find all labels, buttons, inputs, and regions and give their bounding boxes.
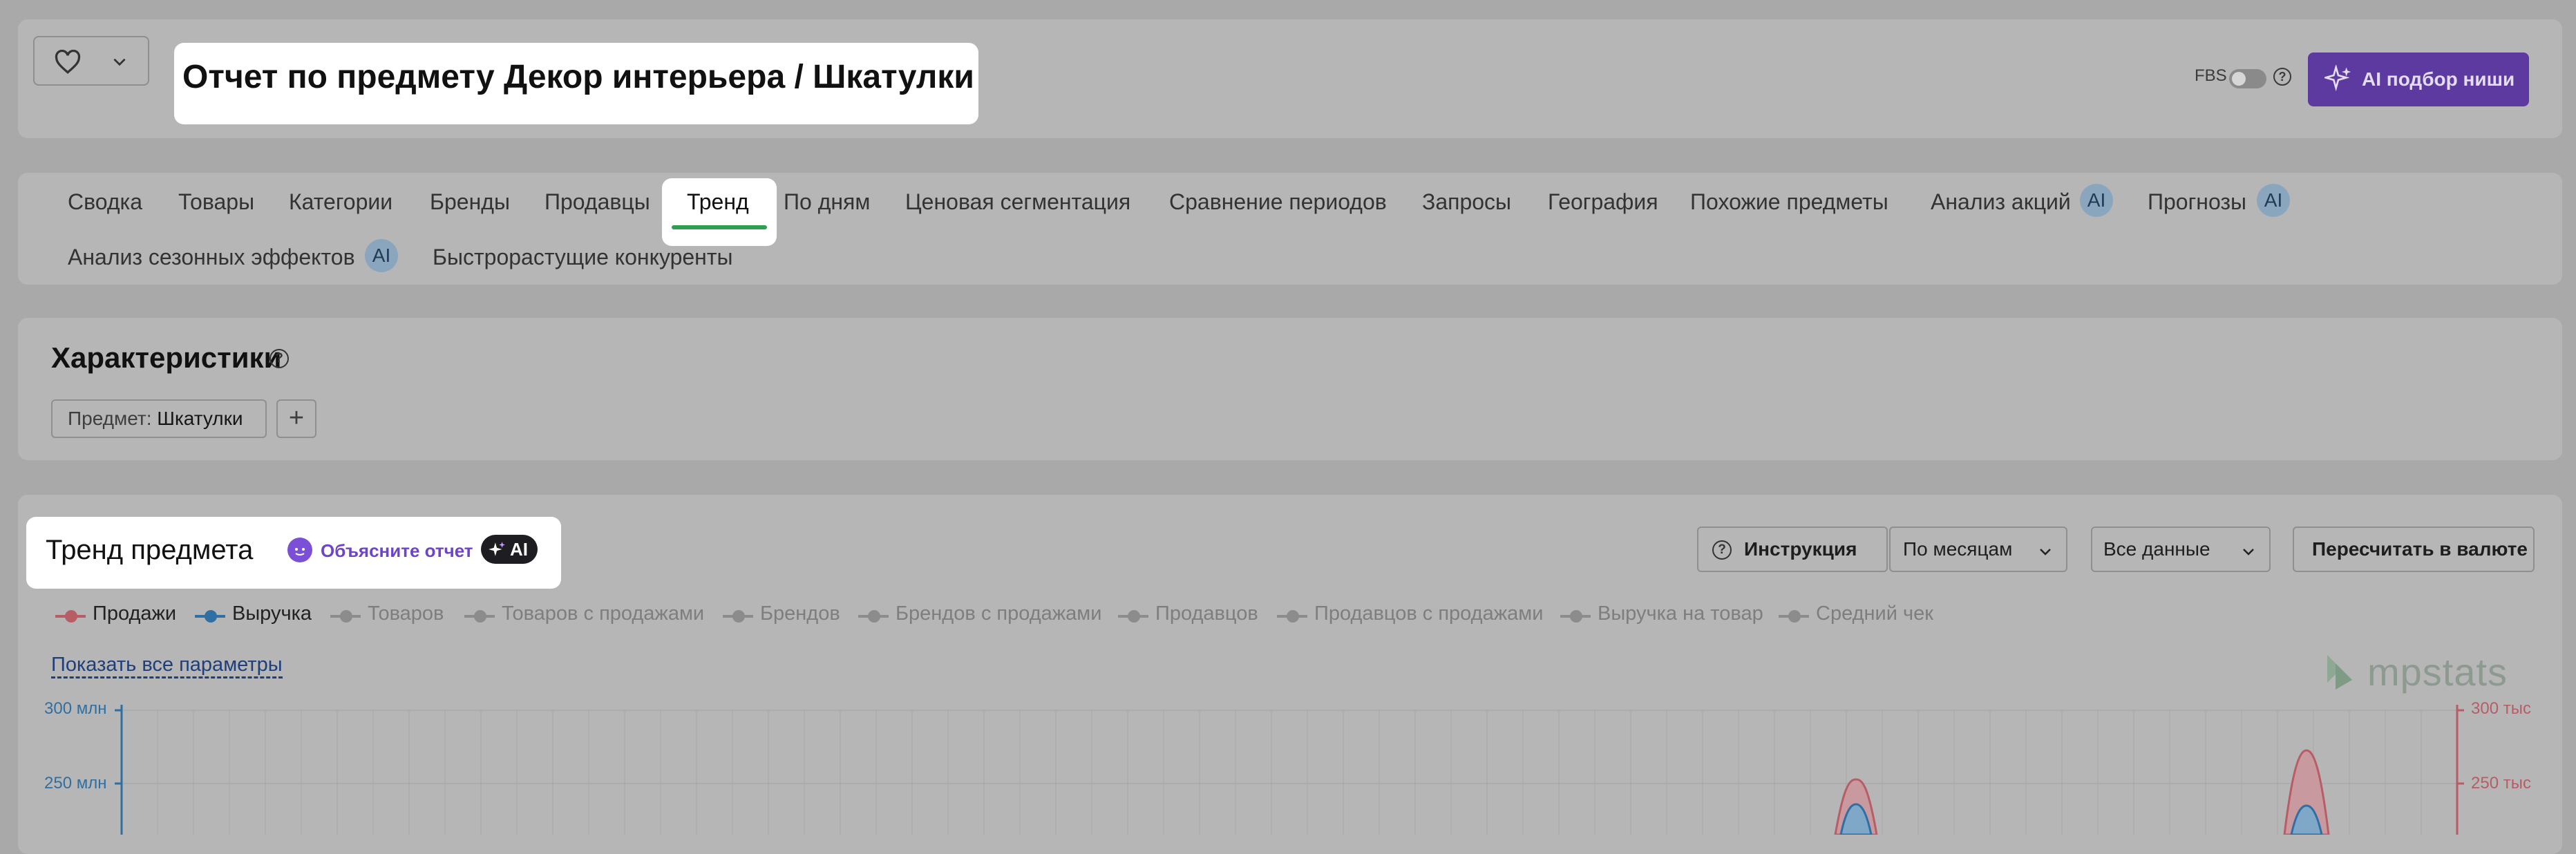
data-range-select[interactable]: Все данные bbox=[2091, 526, 2271, 572]
favorite-button[interactable] bbox=[33, 36, 149, 86]
period-select[interactable]: По месяцам bbox=[1889, 526, 2067, 572]
explain-report-label: Объясните отчет bbox=[321, 540, 473, 561]
sparkle-icon bbox=[2324, 65, 2351, 92]
data-range-select-value: Все данные bbox=[2103, 538, 2210, 560]
legend-marker bbox=[1779, 610, 1809, 623]
trend-title: Тренд предмета bbox=[46, 535, 254, 565]
instruction-button[interactable]: ? Инструкция bbox=[1697, 526, 1888, 572]
ai-badge-label: AI bbox=[510, 539, 528, 560]
recalculate-currency-button[interactable]: Пересчитать в валюте bbox=[2293, 526, 2535, 572]
tab-summary[interactable]: Сводка bbox=[68, 189, 142, 215]
chevron-down-icon bbox=[2040, 549, 2051, 556]
fbs-toggle[interactable] bbox=[2229, 69, 2266, 88]
help-icon[interactable]: ? bbox=[2273, 68, 2291, 86]
brand-name: mpstats bbox=[2367, 650, 2508, 694]
right-axis-label: 250 тыс bbox=[2471, 774, 2531, 793]
trend-chart bbox=[115, 705, 2464, 835]
legend-marker bbox=[55, 610, 86, 623]
tab-brands[interactable]: Бренды bbox=[430, 189, 510, 215]
legend-marker bbox=[1277, 610, 1307, 623]
tab-trend[interactable]: Тренд bbox=[687, 189, 749, 215]
legend-marker bbox=[195, 610, 225, 623]
legend-marker bbox=[330, 610, 361, 623]
legend-marker bbox=[1560, 610, 1591, 623]
tab-fast-growing-competitors[interactable]: Быстрорастущие конкуренты bbox=[433, 245, 733, 270]
chart-vertical-grid bbox=[157, 710, 2422, 835]
chip-label: Предмет: bbox=[68, 408, 152, 429]
tab-geography[interactable]: География bbox=[1548, 189, 1658, 215]
ai-badge-dark: AI bbox=[481, 535, 538, 564]
tab-queries[interactable]: Запросы bbox=[1422, 189, 1511, 215]
tab-price-segmentation[interactable]: Ценовая сегментация bbox=[905, 189, 1130, 215]
ai-badge: AI bbox=[2257, 184, 2290, 217]
tab-sellers[interactable]: Продавцы bbox=[544, 189, 650, 215]
add-filter-button[interactable]: + bbox=[276, 399, 316, 438]
tab-forecasts[interactable]: Прогнозы bbox=[2148, 189, 2246, 215]
characteristics-title: Характеристики bbox=[51, 341, 282, 374]
help-icon: ? bbox=[1712, 540, 1732, 560]
tab-seasonal-effects[interactable]: Анализ сезонных эффектов bbox=[68, 245, 355, 270]
active-tab-underline bbox=[672, 225, 767, 229]
tab-products[interactable]: Товары bbox=[178, 189, 254, 215]
heart-icon bbox=[55, 50, 81, 74]
chip-value: Шкатулки bbox=[157, 408, 243, 429]
filter-chip[interactable]: Предмет: Шкатулки bbox=[51, 399, 267, 438]
instruction-label: Инструкция bbox=[1744, 538, 1857, 560]
chevron-down-icon bbox=[2243, 549, 2254, 556]
tab-period-comparison[interactable]: Сравнение периодов bbox=[1169, 189, 1387, 215]
chevron-down-icon bbox=[113, 58, 126, 66]
tab-by-days[interactable]: По дням bbox=[784, 189, 870, 215]
left-axis-label: 300 млн bbox=[44, 699, 107, 718]
ai-niche-label: AI подбор ниши bbox=[2362, 68, 2515, 90]
legend-marker bbox=[723, 610, 753, 623]
tab-similar-subjects[interactable]: Похожие предметы bbox=[1690, 189, 1888, 215]
assistant-icon bbox=[287, 538, 312, 562]
legend-marker bbox=[464, 610, 495, 623]
characteristics-card bbox=[18, 318, 2562, 460]
page-title: Отчет по предмету Декор интерьера / Шкат… bbox=[182, 59, 974, 95]
ai-niche-button[interactable]: AI подбор ниши bbox=[2308, 53, 2529, 106]
fbs-label: FBS bbox=[2195, 66, 2227, 85]
legend-marker bbox=[858, 610, 889, 623]
period-select-value: По месяцам bbox=[1903, 538, 2013, 560]
right-axis-label: 300 тыс bbox=[2471, 699, 2531, 718]
ai-badge: AI bbox=[2080, 184, 2113, 217]
mpstats-logo-icon bbox=[2327, 655, 2352, 690]
show-all-parameters-link[interactable]: Показать все параметры bbox=[51, 654, 283, 679]
left-axis-label: 250 млн bbox=[44, 774, 107, 793]
tab-promo-analysis[interactable]: Анализ акций bbox=[1931, 189, 2071, 215]
sparkle-icon bbox=[489, 542, 505, 556]
recalculate-currency-label: Пересчитать в валюте bbox=[2312, 538, 2528, 560]
tab-categories[interactable]: Категории bbox=[289, 189, 392, 215]
legend-marker bbox=[1118, 610, 1148, 623]
chart-grid bbox=[122, 710, 2457, 784]
help-icon[interactable]: ? bbox=[269, 349, 289, 368]
ai-badge: AI bbox=[365, 239, 398, 272]
